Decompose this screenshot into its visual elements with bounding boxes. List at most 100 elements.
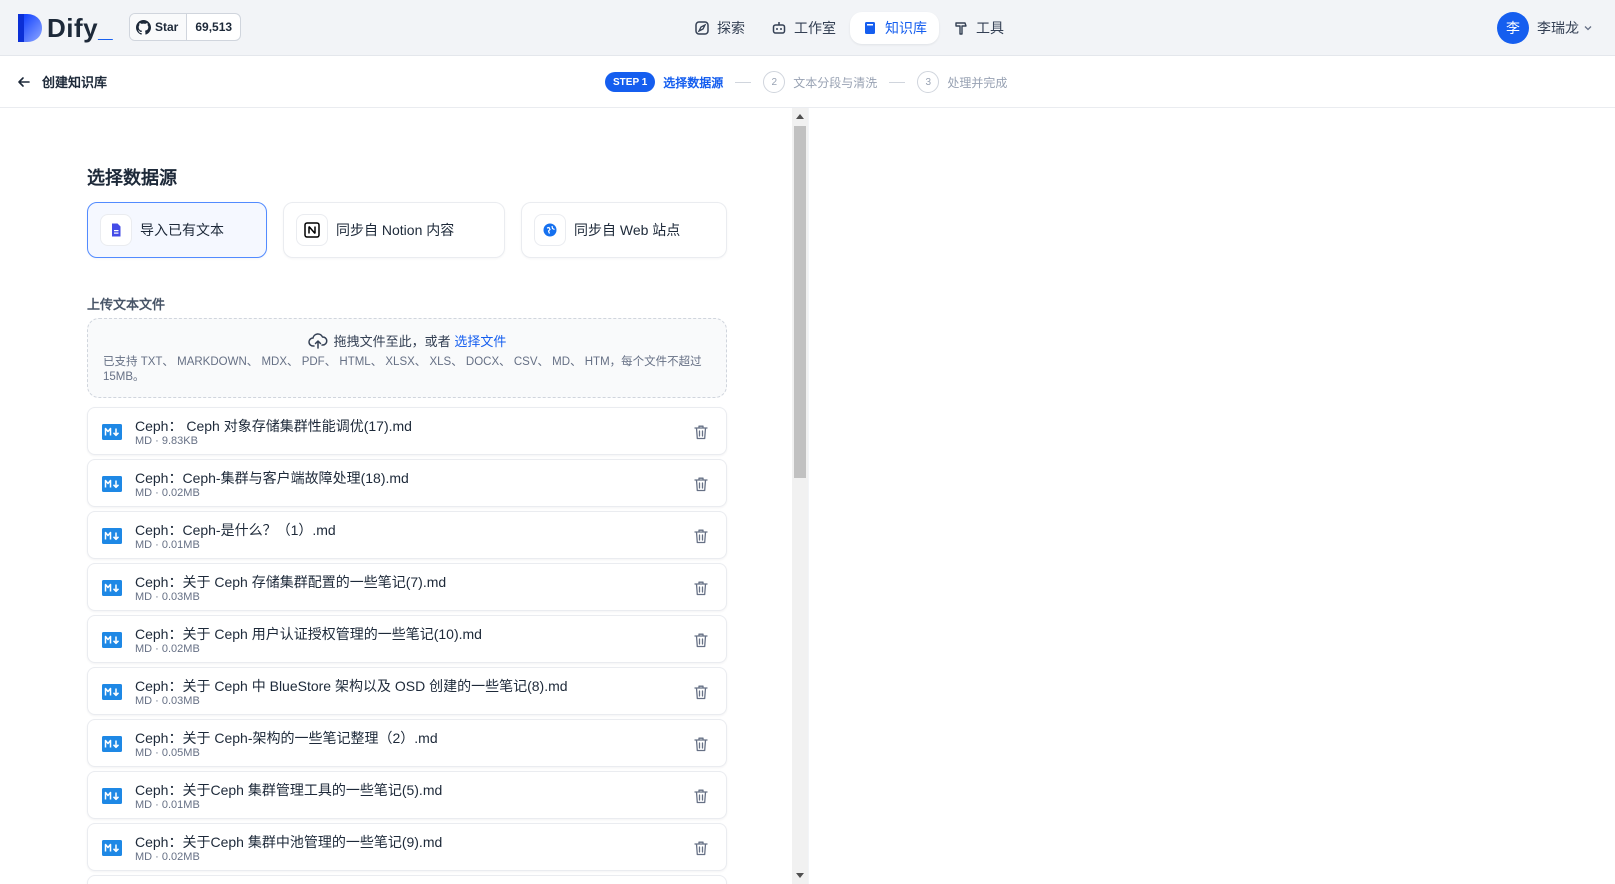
create-dataset-header: 创建知识库 STEP 1 选择数据源 2 文本分段与清洗 3 处理并完成	[0, 56, 1615, 108]
file-meta: MD · 0.02MB	[135, 851, 200, 863]
hammer-icon	[955, 22, 967, 35]
upload-cloud-icon	[307, 332, 328, 349]
trash-icon[interactable]	[692, 579, 710, 597]
file-name: Ceph：Ceph-集群与客户端故障处理(18).md	[135, 470, 409, 486]
file-name: Ceph：关于 Ceph-架构的一些笔记整理（2）.md	[135, 730, 438, 746]
nav-explore[interactable]: 探索	[682, 12, 757, 44]
main-nav: 探索 工作室 知识库 工具	[682, 12, 1018, 44]
dify-logo[interactable]: Dify_	[17, 13, 113, 43]
step-2-number: 2	[763, 71, 786, 93]
file-meta: MD · 0.05MB	[135, 747, 200, 759]
trash-icon[interactable]	[692, 631, 710, 649]
nav-knowledge[interactable]: 知识库	[850, 12, 939, 44]
trash-icon[interactable]	[692, 475, 710, 493]
nav-tools[interactable]: 工具	[941, 12, 1016, 44]
scroll-up-arrow[interactable]	[796, 114, 804, 119]
user-menu[interactable]: 李 李瑞龙	[1497, 12, 1593, 44]
file-name: Ceph：关于 Ceph 用户认证授权管理的一些笔记(10).md	[135, 626, 482, 642]
file-meta: MD · 9.83KB	[135, 435, 198, 447]
source-website[interactable]: 同步自 Web 站点	[521, 202, 727, 258]
book-icon	[865, 22, 875, 34]
top-nav-bar: Dify_ Star 69,513 探索 工作室 知识库 工具 李 李瑞龙	[0, 0, 1615, 56]
step-2-label: 文本分段与清洗	[793, 75, 878, 90]
trash-icon[interactable]	[692, 839, 710, 857]
markdown-file-icon	[102, 476, 122, 492]
file-meta: MD · 0.02MB	[135, 643, 200, 655]
markdown-file-icon	[102, 632, 122, 648]
step-1-badge: STEP 1	[605, 72, 656, 92]
markdown-file-icon	[102, 580, 122, 596]
avatar[interactable]: 李	[1497, 12, 1529, 44]
content-scrollbar[interactable]	[792, 108, 808, 884]
github-icon	[136, 19, 151, 35]
file-item: Ceph：Ceph-是什么？（1）.md MD · 0.01MB	[87, 511, 727, 559]
trash-icon[interactable]	[692, 527, 710, 545]
file-item: Ceph：关于 Ceph 中 BlueStore 架构以及 OSD 创建的一些笔…	[87, 667, 727, 715]
file-dropzone[interactable]: 拖拽文件至此，或者 选择文件 已支持 TXT、 MARKDOWN、 MDX、 P…	[87, 318, 727, 398]
chevron-down-icon	[1584, 26, 1592, 31]
step-separator	[735, 81, 752, 83]
file-item: Ceph：关于Ceph 集群中池管理的一些笔记(9).md MD · 0.02M…	[87, 823, 727, 871]
dropzone-text: 拖拽文件至此，或者	[333, 334, 451, 349]
file-item: Ceph：关于 Ceph-架构的一些笔记整理（2）.md MD · 0.05MB	[87, 719, 727, 767]
trash-icon[interactable]	[692, 787, 710, 805]
file-item: Ceph：关于 Ceph 存储集群配置的一些笔记(7).md MD · 0.03…	[87, 563, 727, 611]
github-star-button[interactable]: Star	[130, 14, 188, 40]
file-meta: MD · 0.03MB	[135, 695, 200, 707]
step-1-label: 选择数据源	[663, 75, 724, 90]
page-title: 创建知识库	[42, 75, 108, 90]
upload-label: 上传文本文件	[87, 297, 166, 312]
file-name: Ceph：关于 Ceph 中 BlueStore 架构以及 OSD 创建的一些笔…	[135, 678, 568, 694]
arrow-left-icon	[18, 76, 30, 87]
file-meta: MD · 0.01MB	[135, 539, 200, 551]
file-name: Ceph：关于 Ceph 存储集群配置的一些笔记(7).md	[135, 574, 447, 590]
markdown-file-icon	[102, 528, 122, 544]
datasource-options: 导入已有文本 同步自 Notion 内容 同步自 Web 站点	[87, 202, 743, 258]
file-meta: MD · 0.03MB	[135, 591, 200, 603]
file-name: Ceph：Ceph-是什么？（1）.md	[135, 522, 336, 538]
trash-icon[interactable]	[692, 735, 710, 753]
file-item: Ceph： Ceph 对象存储集群性能调优(17).md MD · 9.83KB	[87, 407, 727, 455]
file-meta: MD · 0.02MB	[135, 487, 200, 499]
step-3-number: 3	[917, 71, 940, 93]
file-meta: MD · 0.01MB	[135, 799, 200, 811]
scrollbar-thumb[interactable]	[794, 126, 806, 478]
nav-studio[interactable]: 工作室	[759, 12, 848, 44]
markdown-file-icon	[102, 840, 122, 856]
file-list: Ceph： Ceph 对象存储集群性能调优(17).md MD · 9.83KB…	[87, 407, 727, 884]
trash-icon[interactable]	[692, 423, 710, 441]
compass-icon	[695, 21, 709, 35]
user-name[interactable]: 李瑞龙	[1537, 18, 1579, 38]
notion-icon	[304, 222, 320, 238]
markdown-file-icon	[102, 424, 122, 440]
section-title: 选择数据源	[87, 168, 177, 188]
markdown-file-icon	[102, 684, 122, 700]
file-item: Ceph：Ceph-集群与客户端故障处理(18).md MD · 0.02MB	[87, 459, 727, 507]
globe-icon	[543, 223, 557, 237]
dify-logo-icon	[18, 14, 42, 42]
file-name: Ceph：关于Ceph 集群中池管理的一些笔记(9).md	[135, 834, 443, 850]
file-name: Ceph： Ceph 对象存储集群性能调优(17).md	[135, 418, 412, 434]
brand-name: Dify_	[47, 12, 114, 43]
source-notion[interactable]: 同步自 Notion 内容	[283, 202, 505, 258]
github-star-badge[interactable]: Star 69,513	[129, 13, 242, 41]
markdown-file-icon	[102, 788, 122, 804]
file-text-icon	[112, 223, 121, 237]
datasource-panel: 选择数据源 导入已有文本 同步自 Notion 内容 同步自 Web 站点 上传…	[0, 108, 792, 884]
github-star-count: 69,513	[195, 20, 233, 34]
scroll-down-arrow[interactable]	[796, 873, 804, 878]
preview-pane	[808, 108, 1615, 884]
dropzone-tip: 已支持 TXT、 MARKDOWN、 MDX、 PDF、 HTML、 XLSX、…	[103, 356, 702, 383]
file-item: Ceph：关于Ceph 集群管理工具的一些笔记(5).md MD · 0.01M…	[87, 771, 727, 819]
select-file-link[interactable]: 选择文件	[454, 331, 506, 350]
source-import-text[interactable]: 导入已有文本	[87, 202, 267, 258]
back-button[interactable]: 创建知识库	[16, 72, 107, 91]
markdown-file-icon	[102, 736, 122, 752]
trash-icon[interactable]	[692, 683, 710, 701]
file-item	[87, 875, 727, 884]
robot-icon	[772, 22, 786, 34]
step-indicator: STEP 1 选择数据源 2 文本分段与清洗 3 处理并完成	[605, 71, 1007, 93]
step-3-label: 处理并完成	[947, 75, 1008, 90]
step-separator	[889, 81, 906, 83]
file-name: Ceph：关于Ceph 集群管理工具的一些笔记(5).md	[135, 782, 443, 798]
